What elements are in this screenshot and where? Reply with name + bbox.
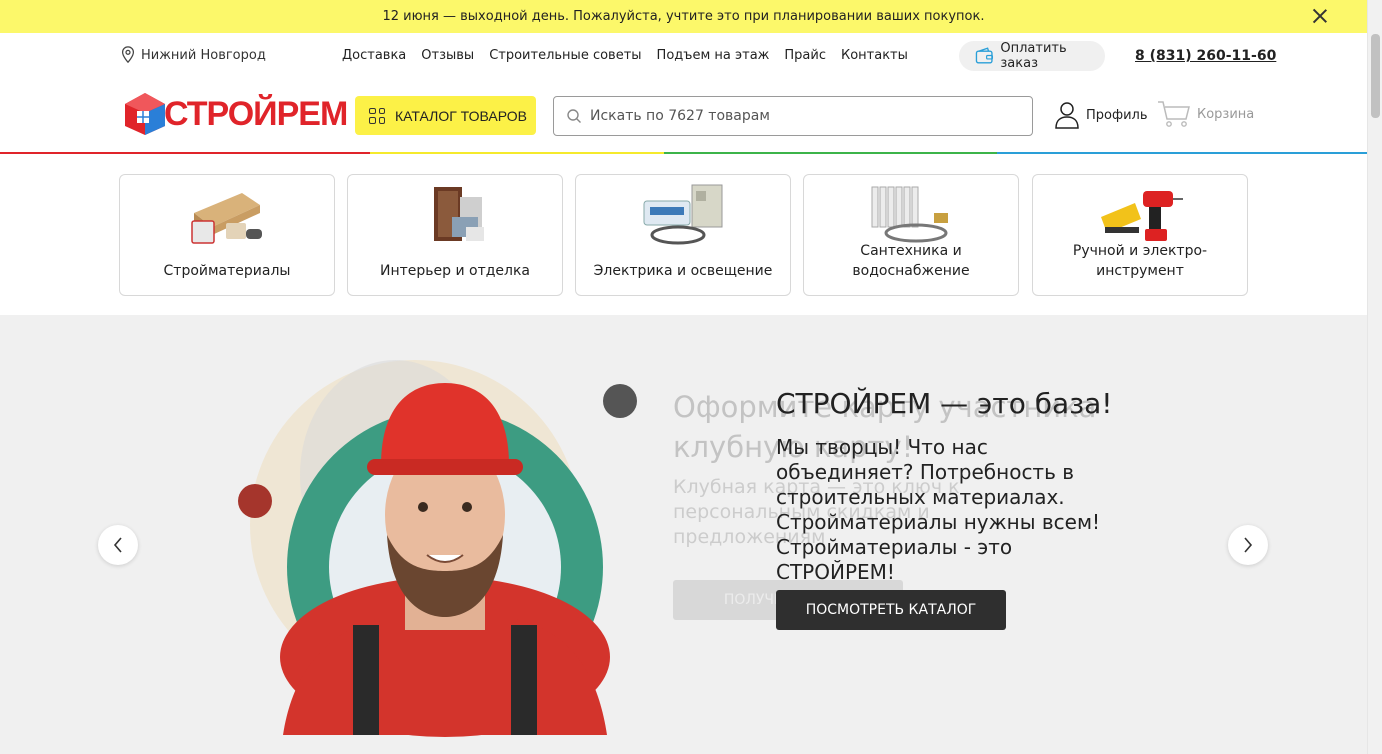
scrollbar-thumb[interactable] [1371,34,1380,118]
profile-label: Профиль [1086,107,1148,123]
location-pin-icon [121,46,135,64]
catalog-button[interactable]: КАТАЛОГ ТОВАРОВ [355,96,536,135]
page: 12 июня — выходной день. Пожалуйста, учт… [0,0,1367,754]
user-icon [1055,102,1079,129]
category-label: Электрика и освещение [593,263,773,279]
nav-lifting[interactable]: Подъем на этаж [657,48,770,63]
logo-text: СТРОЙРЕМ [164,94,348,133]
cart-label: Корзина [1197,106,1255,122]
nav-price[interactable]: Прайс [784,48,826,63]
header: СТРОЙРЕМ КАТАЛОГ ТОВАРОВ Профиль Корзина [0,79,1367,152]
search-box [553,96,1033,136]
search-icon [567,109,581,123]
electrical-icon [643,184,723,245]
plumbing-icon [871,186,948,243]
category-card-electrical[interactable]: Электрика и освещение [575,174,791,296]
tools-icon [1101,191,1183,241]
slider-next-button[interactable] [1228,525,1268,565]
pay-order-button[interactable]: Оплатить заказ [959,41,1105,71]
pay-order-label: Оплатить заказ [1000,41,1067,71]
category-card-plumbing[interactable]: Сантехника и водоснабжение [803,174,1019,296]
catalog-button-label: КАТАЛОГ ТОВАРОВ [395,107,527,124]
chevron-right-icon [1244,537,1253,553]
worker-illustration [238,360,637,737]
category-card-building-materials[interactable]: Стройматериалы [119,174,335,296]
cart-link[interactable]: Корзина [1157,99,1254,129]
slider-prev-button[interactable] [98,525,138,565]
announcement-text: 12 июня — выходной день. Пожалуйста, учт… [382,9,985,24]
category-card-tools[interactable]: Ручной и электро-инструмент [1032,174,1248,296]
interior-icon [434,187,484,241]
nav-tips[interactable]: Строительные советы [489,48,641,63]
profile-link[interactable]: Профиль [1054,101,1148,129]
search-input[interactable] [590,108,990,124]
close-icon[interactable] [1311,7,1329,25]
category-label: Сантехника и водоснабжение [852,243,970,279]
city-selector[interactable]: Нижний Новгород [120,46,266,64]
nav-delivery[interactable]: Доставка [342,48,406,63]
announcement-bar: 12 июня — выходной день. Пожалуйста, учт… [0,0,1367,33]
category-strip: Стройматериалы Интерьер и отделка Электр… [0,154,1367,316]
grid-icon [369,107,385,124]
city-label: Нижний Новгород [141,47,266,63]
nav-reviews[interactable]: Отзывы [421,48,474,63]
logo[interactable]: СТРОЙРЕМ [122,91,348,137]
category-label: Стройматериалы [163,263,291,279]
view-catalog-button[interactable]: ПОСМОТРЕТЬ КАТАЛОГ [776,590,1006,630]
building-materials-icon [191,193,262,244]
cart-icon [1158,101,1190,127]
hero-title: СТРОЙРЕМ — это база! [776,387,1113,420]
top-nav: Доставка Отзывы Строительные советы Подъ… [342,48,908,63]
nav-contacts[interactable]: Контакты [841,48,908,63]
hero-description: Мы творцы! Что нас объединяет? Потребнос… [776,435,1101,584]
top-bar: Нижний Новгород Доставка Отзывы Строител… [0,33,1367,79]
category-label: Интерьер и отделка [379,263,531,279]
hero-slider: Оформите карту участника клубную карту! … [0,315,1367,754]
chevron-left-icon [113,537,122,553]
logo-mark-icon [125,93,165,135]
category-label: Ручной и электро-инструмент [1072,243,1208,279]
wallet-icon [975,47,994,64]
category-card-interior[interactable]: Интерьер и отделка [347,174,563,296]
phone-link[interactable]: 8 (831) 260-11-60 [1135,48,1276,64]
page-scrollbar[interactable] [1367,0,1382,754]
